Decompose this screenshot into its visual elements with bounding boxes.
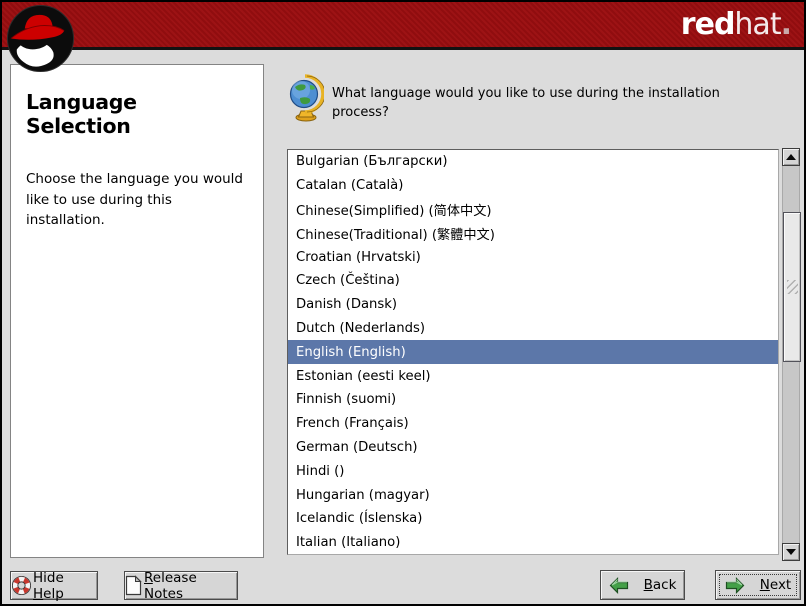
language-list-item[interactable]: Czech (Čeština) — [288, 269, 778, 293]
wordmark-dot: . — [781, 7, 791, 42]
scroll-down-button[interactable] — [782, 543, 800, 561]
globe-icon — [288, 74, 324, 122]
language-list[interactable]: Bulgarian (Български)Catalan (Català)Chi… — [287, 149, 779, 555]
help-text-line2: like to use during this installation. — [26, 192, 172, 229]
language-list-item[interactable]: Chinese(Traditional) (繁體中文) — [288, 221, 778, 245]
question-line1: What language would you like to use duri… — [332, 86, 720, 101]
language-list-item[interactable]: Bulgarian (Български) — [288, 150, 778, 174]
back-arrow-icon — [609, 577, 629, 594]
back-label: Back — [644, 577, 677, 593]
language-list-item[interactable]: Catalan (Català) — [288, 174, 778, 198]
help-text-line1: Choose the language you would — [26, 171, 243, 187]
language-list-item[interactable]: Croatian (Hrvatski) — [288, 245, 778, 269]
scroll-up-icon — [786, 154, 796, 160]
next-arrow-icon — [725, 577, 745, 594]
scrollbar-thumb[interactable] — [783, 212, 801, 362]
redhat-shadowman-icon — [6, 4, 75, 73]
hide-help-label: Hide Help — [33, 570, 97, 602]
language-list-item[interactable]: German (Deutsch) — [288, 436, 778, 460]
language-list-item[interactable]: Hindi () — [288, 459, 778, 483]
question-text: What language would you like to use duri… — [332, 85, 732, 122]
language-list-item[interactable]: Icelandic (Íslenska) — [288, 507, 778, 531]
scroll-up-button[interactable] — [782, 148, 800, 166]
life-ring-icon — [11, 575, 32, 596]
redhat-wordmark: redhat. — [681, 8, 791, 42]
language-list-scrollbar[interactable] — [782, 148, 800, 561]
back-button[interactable]: Back — [600, 570, 685, 600]
page-title: Language Selection — [26, 90, 248, 138]
question-line2: process? — [332, 105, 389, 120]
wordmark-hat: hat — [734, 7, 780, 42]
help-panel: Language Selection Choose the language y… — [10, 64, 264, 558]
language-list-item[interactable]: Italian (Italiano) — [288, 531, 778, 555]
language-list-item[interactable]: Estonian (eesti keel) — [288, 364, 778, 388]
hide-help-button[interactable]: Hide Help — [10, 571, 98, 600]
language-list-item[interactable]: Dutch (Nederlands) — [288, 317, 778, 341]
release-notes-label: Release Notes — [144, 570, 237, 602]
installer-window: redhat. Language Selection Choose the la… — [0, 0, 806, 606]
document-icon — [125, 575, 142, 596]
scrollbar-grip-icon — [787, 280, 798, 294]
language-list-item[interactable]: English (English) — [288, 340, 778, 364]
help-text: Choose the language you would like to us… — [26, 169, 248, 231]
language-list-item[interactable]: French (Français) — [288, 412, 778, 436]
next-label: Next — [760, 577, 791, 593]
language-list-item[interactable]: Finnish (suomi) — [288, 388, 778, 412]
language-list-item[interactable]: Chinese(Simplified) (简体中文) — [288, 198, 778, 222]
next-button[interactable]: Next — [715, 570, 801, 600]
language-list-item[interactable]: Danish (Dansk) — [288, 293, 778, 317]
scroll-down-icon — [786, 549, 796, 555]
scrollbar-track[interactable] — [782, 166, 800, 543]
language-list-item[interactable]: Hungarian (magyar) — [288, 483, 778, 507]
wordmark-red: red — [681, 7, 735, 42]
release-notes-button[interactable]: Release Notes — [124, 571, 238, 600]
